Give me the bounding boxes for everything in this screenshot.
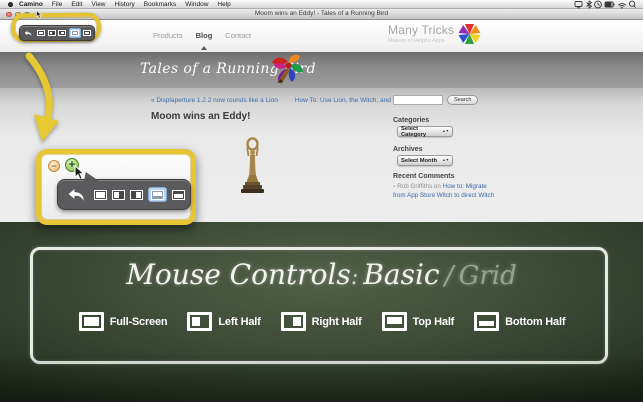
legend-right-half: Right Half — [281, 312, 362, 331]
dropdown-arrows-icon: ▲▼ — [442, 130, 449, 133]
chalkboard-legend: Full-Screen Left Half Right Half Top Hal… — [33, 312, 611, 331]
comment-item: ▪Rob Griffiths on How to: Migrate from A… — [393, 182, 497, 200]
top-half-icon — [382, 312, 407, 331]
menu-window[interactable]: Window — [185, 0, 208, 9]
top-half-button[interactable] — [71, 30, 79, 36]
bottom-half-button[interactable] — [172, 190, 185, 200]
site-nav: Products Blog Contact — [153, 31, 251, 40]
nav-contact[interactable]: Contact — [225, 31, 251, 40]
minimize-window-button[interactable]: − — [48, 160, 60, 172]
selected-highlight — [148, 187, 167, 202]
bottom-half-button[interactable] — [83, 30, 91, 36]
moom-mini-palette — [19, 25, 95, 41]
title-grid: Grid — [459, 261, 517, 291]
title-mouse-controls: Mouse Controls — [126, 258, 351, 291]
search-button[interactable]: Search — [447, 95, 478, 105]
nav-blog[interactable]: Blog — [196, 31, 213, 40]
comment-author: Rob Griffiths — [397, 183, 432, 190]
chalkboard-section: Mouse Controls: Basic / Grid Full-Screen… — [0, 222, 643, 402]
selected-highlight — [69, 28, 81, 38]
categories-dropdown[interactable]: Select Category ▲▼ — [397, 126, 453, 137]
bluetooth-icon — [587, 0, 592, 7]
yellow-arrow — [13, 52, 63, 147]
battery-icon — [605, 2, 614, 7]
menu-history[interactable]: History — [115, 0, 135, 9]
right-half-icon — [281, 312, 306, 331]
categories-dropdown-label: Select Category — [401, 126, 442, 138]
wifi-icon — [618, 3, 625, 8]
menu-bookmarks[interactable]: Bookmarks — [144, 0, 177, 9]
eddy-award-statue — [239, 135, 266, 197]
previous-post-link[interactable]: « Displaperture 1.2.2 now rounds like a … — [151, 97, 278, 104]
post-title: Moom wins an Eddy! — [151, 111, 250, 122]
comment-connector: on — [434, 183, 441, 190]
blog-banner: Tales of a Running Bird — [0, 52, 643, 88]
menu-view[interactable]: View — [92, 0, 106, 9]
search-row: Search — [393, 95, 478, 105]
site-logo[interactable]: Many Tricks Makers of Helpful Apps — [388, 23, 488, 44]
menu-help[interactable]: Help — [217, 0, 230, 9]
right-half-button[interactable] — [58, 30, 66, 36]
title-separator: : — [351, 265, 358, 290]
archives-dropdown[interactable]: Select Month ▲▼ — [397, 155, 453, 166]
recent-comments-heading: Recent Comments — [393, 173, 454, 180]
search-input[interactable] — [393, 95, 443, 105]
clock-icon — [595, 1, 602, 8]
full-screen-button[interactable] — [37, 30, 45, 36]
bottom-half-icon — [474, 312, 499, 331]
categories-heading: Categories — [393, 117, 429, 124]
left-half-button[interactable] — [48, 30, 56, 36]
zoomed-window-corner: − + — [36, 149, 196, 225]
menu-edit[interactable]: Edit — [71, 0, 82, 9]
title-slash: / — [445, 261, 454, 291]
legend-left-half: Left Half — [187, 312, 260, 331]
nav-products[interactable]: Products — [153, 31, 183, 40]
back-arrow-icon[interactable] — [67, 188, 85, 202]
apple-icon[interactable] — [8, 2, 13, 7]
running-bird-icon — [268, 54, 306, 86]
legend-full-screen: Full-Screen — [79, 312, 168, 331]
screen: Camino File Edit View History Bookmarks … — [0, 0, 643, 402]
chalkboard-title: Mouse Controls: Basic / Grid — [0, 258, 643, 291]
menubar-status-icons[interactable] — [574, 0, 638, 9]
back-arrow-icon[interactable] — [24, 30, 32, 37]
archives-dropdown-label: Select Month — [401, 158, 442, 164]
full-screen-button[interactable] — [94, 190, 107, 200]
menu-camino[interactable]: Camino — [19, 0, 43, 9]
left-half-icon — [187, 312, 212, 331]
right-half-button[interactable] — [130, 190, 143, 200]
menu-file[interactable]: File — [52, 0, 62, 9]
legend-bottom-half: Bottom Half — [474, 312, 565, 331]
full-screen-icon — [79, 312, 104, 331]
pinwheel-icon — [457, 23, 482, 45]
archives-heading: Archives — [393, 146, 423, 153]
moom-palette — [57, 179, 191, 210]
left-half-button[interactable] — [112, 190, 125, 200]
dropdown-arrows-icon: ▲▼ — [442, 159, 449, 162]
monitor-icon — [575, 1, 582, 7]
cursor-icon — [36, 10, 42, 19]
title-basic: Basic — [363, 258, 439, 291]
top-half-button[interactable] — [151, 190, 164, 200]
legend-top-half: Top Half — [382, 312, 455, 331]
spotlight-icon — [629, 1, 635, 8]
bullet-icon: ▪ — [393, 183, 395, 190]
menu-bar: Camino File Edit View History Bookmarks … — [0, 0, 643, 9]
